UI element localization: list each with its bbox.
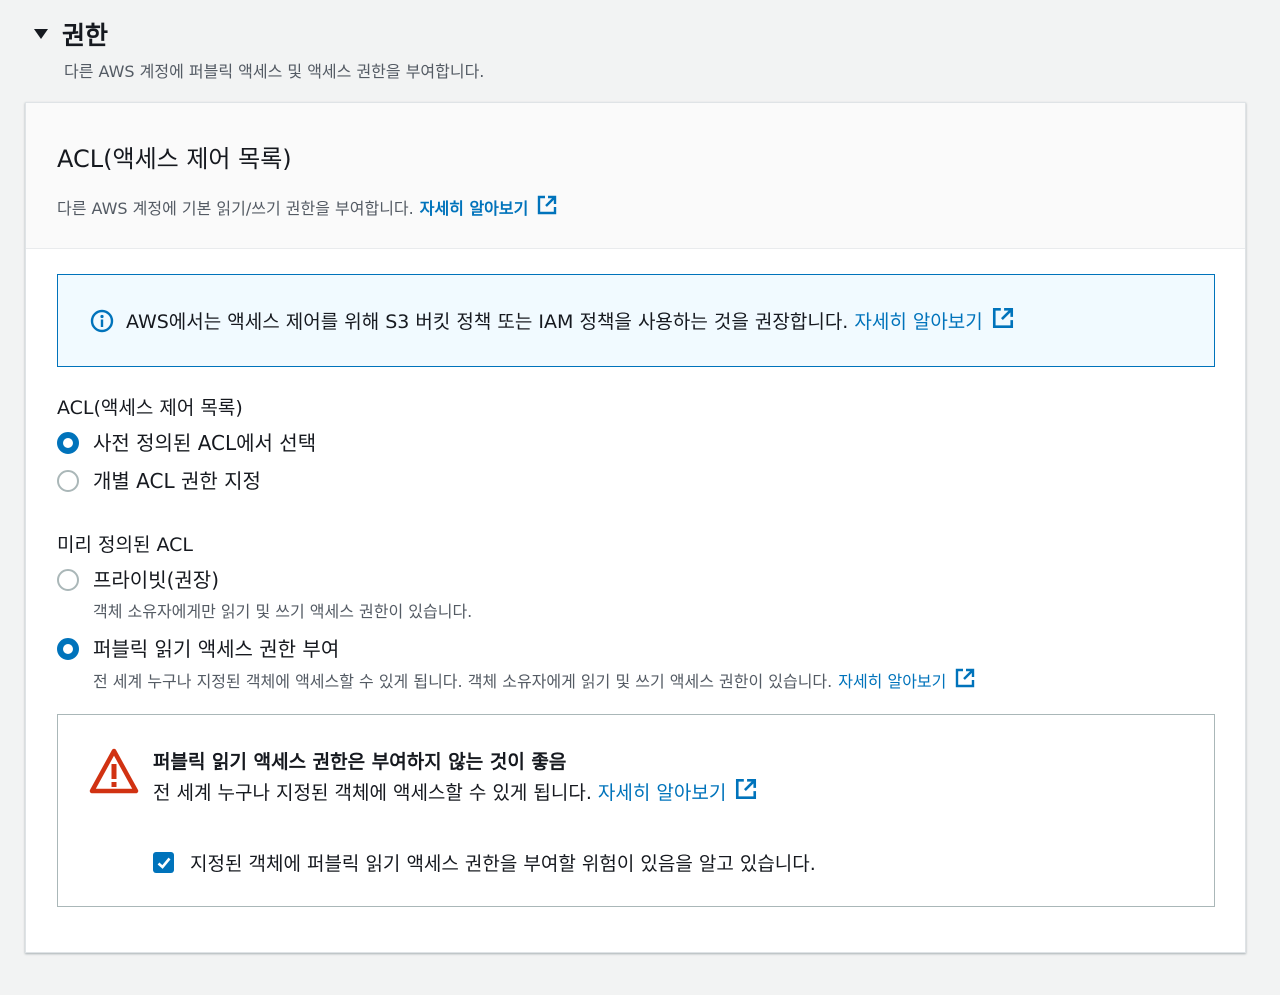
warning-title: 퍼블릭 읽기 액세스 권한은 부여하지 않는 것이 좋음 [153,751,567,773]
card-description-text: 다른 AWS 계정에 기본 읽기/쓰기 권한을 부여합니다. [57,199,414,218]
radio-button[interactable] [57,470,79,492]
radio-button-checked[interactable] [57,432,79,454]
card-header: ACL(액세스 제어 목록) 다른 AWS 계정에 기본 읽기/쓰기 권한을 부… [26,103,1245,249]
caret-down-icon [34,29,48,39]
radio-label: 프라이빗(권장) [93,568,220,592]
section-title: 권한 [62,21,109,50]
radio-public-read[interactable]: 퍼블릭 읽기 액세스 권한 부여 전 세계 누구나 지정된 객체에 액세스할 수… [57,637,976,693]
external-link-icon[interactable] [991,306,1015,335]
radio-label: 사전 정의된 ACL에서 선택 [93,431,317,455]
external-link-icon[interactable] [954,667,976,693]
radio-description: 객체 소유자에게만 읽기 및 쓰기 액세스 권한이 있습니다. [93,602,473,621]
radio-button-checked[interactable] [57,638,79,660]
acl-card: ACL(액세스 제어 목록) 다른 AWS 계정에 기본 읽기/쓰기 권한을 부… [25,102,1246,953]
acknowledge-label: 지정된 객체에 퍼블릭 읽기 액세스 권한을 부여할 위험이 있음을 알고 있습… [190,853,816,875]
permissions-toggle[interactable]: 권한 [34,16,108,52]
acl-label: ACL(액세스 제어 목록) [57,397,243,419]
permissions-section-header: 권한 [34,16,108,52]
radio-description: 전 세계 누구나 지정된 객체에 액세스할 수 있게 됩니다. 객체 소유자에게… [93,672,833,691]
warning-alert: 퍼블릭 읽기 액세스 권한은 부여하지 않는 것이 좋음 전 세계 누구나 지정… [57,714,1215,907]
radio-description-row: 전 세계 누구나 지정된 객체에 액세스할 수 있게 됩니다. 객체 소유자에게… [93,667,976,693]
card-description: 다른 AWS 계정에 기본 읽기/쓰기 권한을 부여합니다. 자세히 알아보기 [57,194,1245,220]
check-icon [157,857,171,869]
acknowledge-checkbox-row[interactable]: 지정된 객체에 퍼블릭 읽기 액세스 권한을 부여할 위험이 있음을 알고 있습… [153,849,816,876]
radio-private[interactable]: 프라이빗(권장) 객체 소유자에게만 읽기 및 쓰기 액세스 권한이 있습니다. [57,568,472,622]
radio-predefined-acl[interactable]: 사전 정의된 ACL에서 선택 [57,431,316,455]
radio-button[interactable] [57,569,79,591]
radio-individual-acl[interactable]: 개별 ACL 권한 지정 [57,469,261,493]
card-learn-more-link[interactable]: 자세히 알아보기 [420,195,529,219]
warning-description: 전 세계 누구나 지정된 객체에 액세스할 수 있게 됩니다. 자세히 알아보기 [153,777,758,806]
external-link-icon[interactable] [536,194,558,220]
warning-learn-more-link[interactable]: 자세히 알아보기 [598,778,726,805]
public-read-learn-more-link[interactable]: 자세히 알아보기 [838,668,946,692]
warning-triangle-icon [88,747,140,799]
info-circle-icon [90,309,114,333]
info-text: AWS에서는 액세스 제어를 위해 S3 버킷 정책 또는 IAM 정책을 사용… [126,311,849,333]
section-description: 다른 AWS 계정에 퍼블릭 액세스 및 액세스 권한을 부여합니다. [64,62,485,81]
acknowledge-checkbox[interactable] [153,852,174,873]
predefined-acl-label: 미리 정의된 ACL [57,534,193,556]
external-link-icon[interactable] [734,777,758,806]
info-alert: AWS에서는 액세스 제어를 위해 S3 버킷 정책 또는 IAM 정책을 사용… [57,274,1215,367]
info-learn-more-link[interactable]: 자세히 알아보기 [854,307,982,334]
radio-label: 퍼블릭 읽기 액세스 권한 부여 [93,637,340,661]
card-title: ACL(액세스 제어 목록) [57,145,292,173]
warning-description-text: 전 세계 누구나 지정된 객체에 액세스할 수 있게 됩니다. [153,782,592,804]
radio-label: 개별 ACL 권한 지정 [93,469,261,493]
